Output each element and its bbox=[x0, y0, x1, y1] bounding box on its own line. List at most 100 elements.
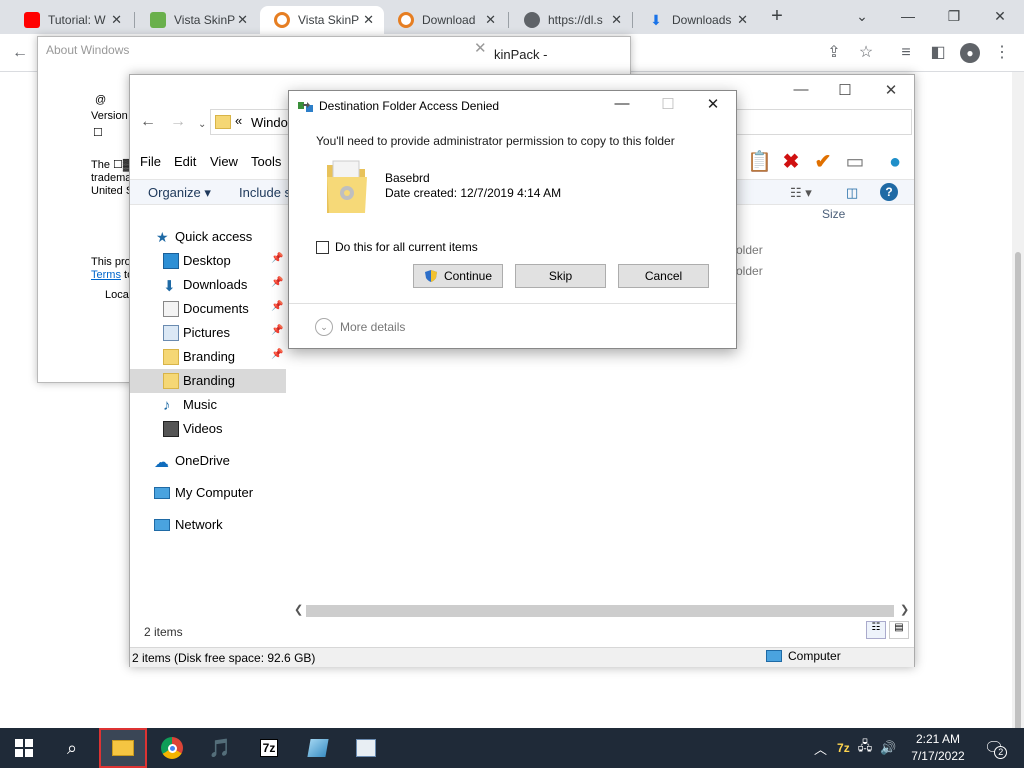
tab-tutorial[interactable]: Tutorial: W ✕ bbox=[10, 6, 132, 34]
nav-documents[interactable]: Documents 📌 bbox=[130, 297, 286, 321]
minimize-button[interactable]: — bbox=[786, 81, 816, 98]
close-button[interactable]: ✕ bbox=[698, 95, 728, 113]
taskbar-file-explorer[interactable] bbox=[99, 728, 147, 768]
menu-tools[interactable]: Tools bbox=[251, 154, 281, 169]
terms-link[interactable]: Terms bbox=[91, 269, 121, 281]
preview-pane-icon[interactable]: ◫ bbox=[846, 185, 858, 201]
taskbar-7zip[interactable]: 7z bbox=[245, 728, 293, 768]
pin-icon[interactable]: 📌 bbox=[271, 349, 283, 360]
view-options-icon[interactable]: ☷ ▾ bbox=[790, 185, 812, 201]
menu-dots-icon[interactable]: ⋮ bbox=[992, 43, 1012, 63]
notification-center-button[interactable]: 🗨 2 bbox=[984, 728, 1008, 768]
taskbar-resource-app[interactable] bbox=[342, 728, 390, 768]
nav-pictures[interactable]: Pictures 📌 bbox=[130, 321, 286, 345]
close-icon[interactable]: ✕ bbox=[111, 12, 122, 28]
volume-icon[interactable]: 🔊 bbox=[880, 740, 896, 756]
page-scrollbar[interactable] bbox=[1012, 72, 1024, 768]
nav-label: Network bbox=[175, 517, 223, 532]
organize-button[interactable]: Organize ▾ bbox=[148, 185, 211, 201]
clipboard-icon[interactable]: 📋 bbox=[747, 151, 772, 173]
tab-downloads[interactable]: ⬇ Downloads ✕ bbox=[634, 6, 758, 34]
nav-label: Downloads bbox=[183, 277, 248, 292]
pin-icon[interactable]: 📌 bbox=[271, 301, 283, 312]
start-button[interactable] bbox=[0, 728, 48, 768]
skip-button[interactable]: Skip bbox=[515, 264, 606, 288]
nav-music[interactable]: ♪ Music bbox=[130, 393, 286, 417]
close-icon[interactable]: ✕ bbox=[737, 12, 748, 28]
scrollbar-thumb[interactable] bbox=[306, 605, 894, 617]
nav-branding-pinned[interactable]: Branding 📌 bbox=[130, 345, 286, 369]
tab-search-chevron-icon[interactable]: ⌄ bbox=[842, 4, 882, 28]
nav-network[interactable]: Network bbox=[130, 513, 286, 537]
scroll-left-icon[interactable]: ❮ bbox=[294, 603, 303, 616]
nav-onedrive[interactable]: ☁ OneDrive bbox=[130, 449, 286, 473]
horizontal-scrollbar[interactable]: ❮ ❯ bbox=[292, 603, 912, 619]
nav-my-computer[interactable]: My Computer bbox=[130, 481, 286, 505]
search-icon[interactable]: ⌕ bbox=[48, 728, 96, 768]
network-icon[interactable]: 🖧 bbox=[858, 737, 873, 759]
menu-view[interactable]: View bbox=[210, 154, 238, 169]
checkbox-box[interactable] bbox=[316, 240, 329, 254]
share-icon[interactable]: ⇪ bbox=[824, 43, 844, 63]
delete-x-icon[interactable]: ✖ bbox=[780, 151, 802, 173]
forward-arrow-icon[interactable]: → bbox=[170, 113, 186, 131]
restore-button[interactable]: ❐ bbox=[934, 4, 974, 28]
more-details-toggle[interactable]: ⌄ More details bbox=[315, 318, 405, 336]
close-icon[interactable]: ✕ bbox=[485, 12, 496, 28]
nav-desktop[interactable]: Desktop 📌 bbox=[130, 249, 286, 273]
tab-label: https://dl.s bbox=[548, 13, 603, 27]
globe-icon[interactable]: ● bbox=[884, 151, 906, 173]
menu-edit[interactable]: Edit bbox=[174, 154, 196, 169]
windows-logo-icon bbox=[15, 739, 33, 757]
bookmark-star-icon[interactable]: ☆ bbox=[856, 43, 876, 63]
pin-icon[interactable]: 📌 bbox=[271, 277, 283, 288]
file-row-type[interactable]: older bbox=[736, 264, 763, 278]
close-icon[interactable]: ✕ bbox=[237, 12, 248, 28]
help-icon[interactable]: ? bbox=[880, 183, 898, 201]
close-window-button[interactable]: ✕ bbox=[980, 4, 1020, 28]
cancel-button[interactable]: Cancel bbox=[618, 264, 709, 288]
scroll-right-icon[interactable]: ❯ bbox=[900, 603, 909, 616]
close-icon[interactable]: ✕ bbox=[363, 12, 374, 28]
nav-downloads[interactable]: ⬇ Downloads 📌 bbox=[130, 273, 286, 297]
tab-dl-url[interactable]: https://dl.s ✕ bbox=[510, 6, 632, 34]
back-arrow-icon[interactable]: ← bbox=[10, 43, 30, 63]
pin-icon[interactable]: 📌 bbox=[271, 253, 283, 264]
show-hidden-icons-chevron-icon[interactable]: ︿ bbox=[814, 739, 827, 758]
menu-file[interactable]: File bbox=[140, 154, 161, 169]
recent-chevron-icon[interactable]: ⌄ bbox=[198, 119, 206, 130]
nav-videos[interactable]: Videos bbox=[130, 417, 286, 441]
column-header-size[interactable]: Size bbox=[822, 207, 845, 221]
continue-button[interactable]: Continue bbox=[413, 264, 503, 288]
chevron-down-icon: ⌄ bbox=[315, 318, 333, 336]
checkmark-icon[interactable]: ✔ bbox=[812, 151, 834, 173]
tab-vista-skinpack-1[interactable]: Vista SkinP ✕ bbox=[136, 6, 258, 34]
media-control-icon[interactable]: ≡ bbox=[896, 43, 916, 63]
close-button[interactable]: ✕ bbox=[876, 81, 906, 99]
close-icon[interactable]: ✕ bbox=[611, 12, 622, 28]
back-arrow-icon[interactable]: ← bbox=[140, 113, 156, 131]
taskbar-app[interactable] bbox=[294, 728, 342, 768]
maximize-button[interactable]: ☐ bbox=[830, 81, 860, 99]
minimize-button[interactable]: — bbox=[888, 4, 928, 28]
side-panel-icon[interactable]: ◧ bbox=[928, 43, 948, 63]
profile-avatar-icon[interactable]: ● bbox=[960, 43, 980, 63]
nav-quick-access[interactable]: ★ Quick access bbox=[130, 225, 286, 249]
details-view-icon[interactable]: ☷ bbox=[866, 621, 886, 639]
tab-download[interactable]: Download ✕ bbox=[384, 6, 506, 34]
large-icons-view-icon[interactable]: ▤ bbox=[889, 621, 909, 639]
new-tab-button[interactable]: + bbox=[766, 6, 788, 28]
properties-icon[interactable]: ▭ bbox=[844, 151, 866, 173]
file-row-type[interactable]: older bbox=[736, 243, 763, 257]
apply-to-all-checkbox[interactable]: Do this for all current items bbox=[316, 240, 478, 254]
taskbar-chrome[interactable] bbox=[148, 728, 196, 768]
tab-vista-skinpack-2[interactable]: Vista SkinP ✕ bbox=[260, 6, 384, 34]
minimize-button[interactable]: — bbox=[607, 95, 637, 112]
pin-icon[interactable]: 📌 bbox=[271, 325, 283, 336]
close-icon[interactable]: ✕ bbox=[474, 39, 487, 57]
taskbar-media-app[interactable]: 🎵 bbox=[196, 728, 244, 768]
nav-branding[interactable]: Branding bbox=[130, 369, 286, 393]
7zip-tray-icon[interactable]: 7z bbox=[837, 741, 850, 755]
scrollbar-thumb[interactable] bbox=[1015, 252, 1021, 768]
taskbar-clock[interactable]: 2:21 AM 7/17/2022 bbox=[905, 731, 971, 765]
